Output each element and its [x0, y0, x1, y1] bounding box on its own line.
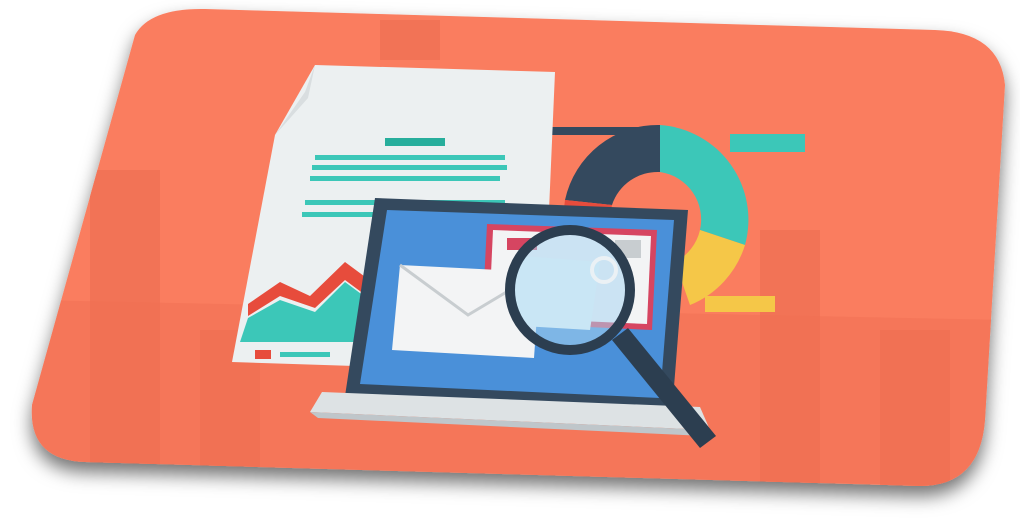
illustration-canvas: [0, 0, 1020, 522]
email-analysis-illustration: [31, 8, 1005, 486]
